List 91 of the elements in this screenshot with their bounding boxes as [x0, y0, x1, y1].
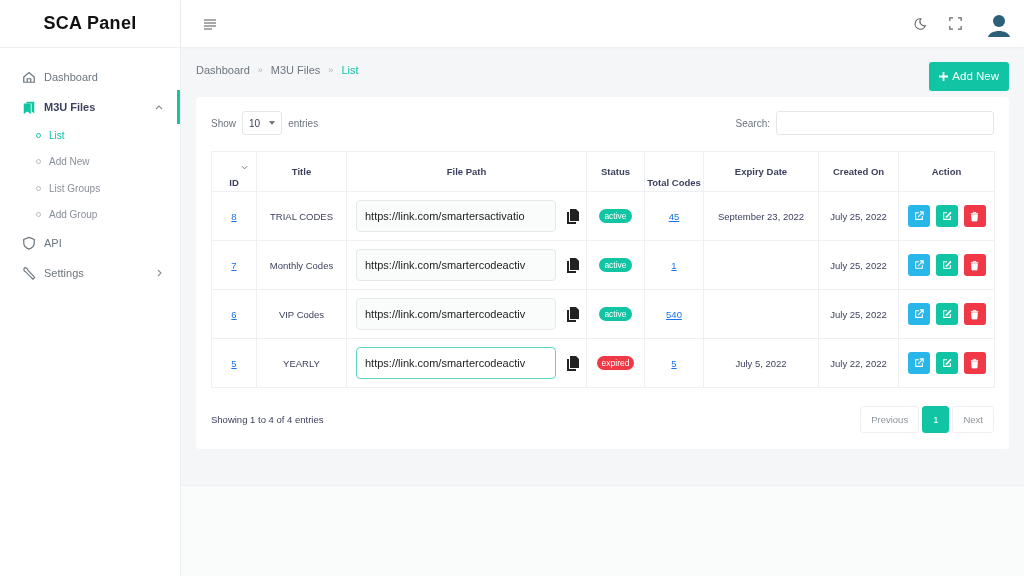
created-date: July 25, 2022: [818, 191, 899, 241]
delete-button[interactable]: [963, 254, 986, 276]
open-link-button[interactable]: [907, 352, 930, 374]
entries-label: entries: [288, 117, 319, 129]
submenu-item[interactable]: Add Group: [0, 201, 180, 228]
breadcrumb-separator: »: [257, 65, 263, 75]
open-link-button[interactable]: [907, 205, 930, 227]
created-date: July 22, 2022: [818, 338, 899, 388]
copy-icon[interactable]: [566, 306, 580, 322]
trash-icon: [970, 308, 979, 320]
open-link-button[interactable]: [907, 254, 930, 276]
status-badge: active: [599, 209, 632, 223]
submenu-item[interactable]: List Groups: [0, 175, 180, 202]
column-header: File Path: [346, 151, 587, 192]
external-link-icon: [913, 260, 924, 270]
total-codes-link[interactable]: 540: [666, 308, 682, 320]
file-path-field[interactable]: https://link.com/smartercodeactiv: [356, 298, 556, 330]
breadcrumb-separator: »: [328, 65, 334, 75]
sort-icon[interactable]: [241, 165, 248, 170]
column-header[interactable]: ID: [211, 151, 257, 192]
edit-icon: [941, 260, 952, 270]
home-icon: [22, 70, 36, 84]
open-link-button[interactable]: [907, 303, 930, 325]
column-header: Title: [256, 151, 347, 192]
shield-icon: [22, 236, 36, 250]
delete-button[interactable]: [963, 352, 986, 374]
plus-icon: [939, 71, 949, 81]
trash-icon: [970, 357, 979, 369]
edit-button[interactable]: [935, 205, 958, 227]
edit-button[interactable]: [935, 303, 958, 325]
sidebar-item[interactable]: Settings: [0, 258, 180, 288]
fullscreen-icon[interactable]: [949, 17, 962, 30]
entries-info: Showing 1 to 4 of 4 entries: [211, 414, 324, 425]
trash-icon: [970, 210, 979, 222]
sidebar-item[interactable]: API: [0, 228, 180, 258]
status-badge: active: [599, 307, 632, 321]
breadcrumb-item[interactable]: M3U Files: [270, 64, 321, 76]
edit-icon: [941, 309, 952, 319]
file-path-field[interactable]: https://link.com/smartercodeactiv: [356, 347, 556, 379]
created-date: July 25, 2022: [818, 289, 899, 339]
edit-icon: [941, 211, 952, 221]
sidebar-item[interactable]: Dashboard: [0, 62, 180, 92]
external-link-icon: [913, 358, 924, 368]
breadcrumb-item[interactable]: Dashboard: [196, 64, 250, 76]
edit-button[interactable]: [935, 352, 958, 374]
delete-button[interactable]: [963, 205, 986, 227]
column-header: Expiry Date: [703, 151, 819, 192]
page-size-select[interactable]: 10: [242, 111, 283, 135]
title-cell: YEARLY: [256, 338, 347, 388]
search-label: Search:: [735, 117, 770, 129]
title-cell: Monthly Codes: [256, 240, 347, 290]
external-link-icon: [913, 309, 924, 319]
total-codes-link[interactable]: 45: [668, 210, 680, 222]
column-header: Total Codes: [644, 151, 704, 192]
submenu-item[interactable]: Add New: [0, 148, 180, 175]
copy-icon[interactable]: [566, 257, 580, 273]
moon-icon[interactable]: [913, 16, 927, 31]
edit-icon: [941, 358, 952, 368]
column-header: Status: [586, 151, 645, 192]
file-path-field[interactable]: https://link.com/smartersactivatio: [356, 200, 556, 232]
bookmark-icon: [22, 100, 36, 114]
column-header: Created On: [818, 151, 899, 192]
id-link[interactable]: 6: [231, 308, 237, 320]
total-codes-link[interactable]: 1: [671, 259, 677, 271]
search-field[interactable]: [776, 111, 994, 135]
delete-button[interactable]: [963, 303, 986, 325]
title-cell: VIP Codes: [256, 289, 347, 339]
wrench-icon: [22, 266, 36, 280]
status-badge: active: [599, 258, 632, 272]
caret-icon: [269, 121, 276, 125]
id-link[interactable]: 7: [231, 259, 237, 271]
expiry-date: July 5, 2022: [735, 357, 787, 369]
total-codes-link[interactable]: 5: [671, 357, 677, 369]
id-link[interactable]: 8: [231, 210, 237, 222]
id-link[interactable]: 5: [231, 357, 237, 369]
title-cell: TRIAL CODES: [256, 191, 347, 241]
column-header: Action: [898, 151, 995, 192]
edit-button[interactable]: [935, 254, 958, 276]
breadcrumb-item: List: [341, 64, 359, 76]
sidebar-item[interactable]: M3U Files: [0, 92, 180, 122]
show-label: Show: [211, 117, 236, 129]
created-date: July 25, 2022: [818, 240, 899, 290]
status-badge: expired: [596, 356, 635, 370]
copy-icon[interactable]: [566, 355, 580, 371]
trash-icon: [970, 259, 979, 271]
file-path-field[interactable]: https://link.com/smartercodeactiv: [356, 249, 556, 281]
expiry-date: September 23, 2022: [717, 210, 805, 222]
menu-icon[interactable]: [203, 16, 217, 31]
brand-title: SCA Panel: [0, 0, 180, 48]
external-link-icon: [913, 211, 924, 221]
copy-icon[interactable]: [566, 208, 580, 224]
